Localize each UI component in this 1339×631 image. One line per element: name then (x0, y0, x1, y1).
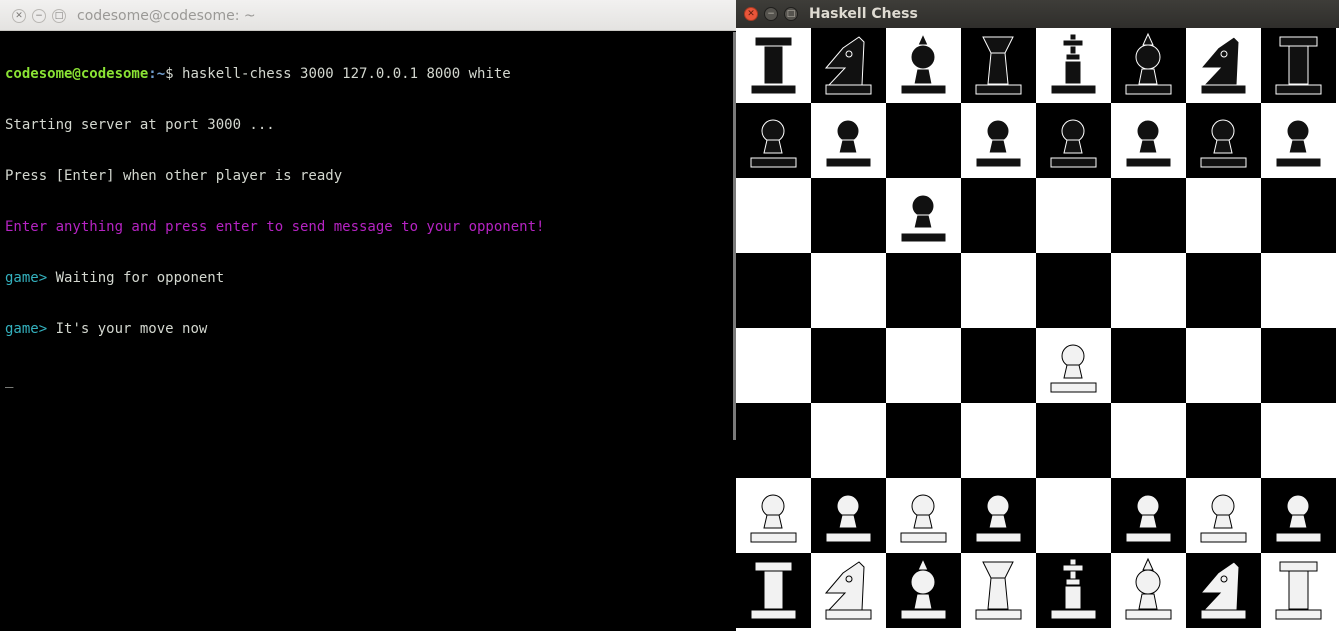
square-d6[interactable] (961, 178, 1036, 253)
chess-title: Haskell Chess (809, 6, 918, 22)
minimize-icon[interactable]: − (32, 9, 46, 23)
square-g6[interactable] (1186, 178, 1261, 253)
close-icon[interactable]: ✕ (744, 7, 758, 21)
square-d3[interactable] (961, 403, 1036, 478)
square-f5[interactable] (1111, 253, 1186, 328)
square-a4[interactable] (736, 328, 811, 403)
square-e6[interactable] (1036, 178, 1111, 253)
square-g4[interactable] (1186, 328, 1261, 403)
square-h6[interactable] (1261, 178, 1336, 253)
square-e5[interactable] (1036, 253, 1111, 328)
game-line: game> It's your move now (5, 321, 736, 338)
square-g5[interactable] (1186, 253, 1261, 328)
square-c5[interactable] (886, 253, 961, 328)
output-line: Press [Enter] when other player is ready (5, 168, 343, 184)
square-b5[interactable] (811, 253, 886, 328)
command-line: codesome@codesome:~$ haskell-chess 3000 … (5, 66, 736, 83)
square-b6[interactable] (811, 178, 886, 253)
square-a5[interactable] (736, 253, 811, 328)
terminal-output[interactable]: codesome@codesome:~$ haskell-chess 3000 … (5, 32, 736, 631)
output-line: Starting server at port 3000 ... (5, 117, 275, 133)
prompt-path: :~ (148, 66, 166, 82)
square-c3[interactable] (886, 403, 961, 478)
terminal-titlebar: ✕ − □ codesome@codesome: ~ (0, 0, 736, 31)
terminal-title: codesome@codesome: ~ (77, 8, 256, 24)
maximize-icon[interactable]: □ (784, 7, 798, 21)
game-message: Waiting for opponent (47, 270, 225, 286)
cursor: _ (5, 372, 14, 388)
square-f3[interactable] (1111, 403, 1186, 478)
game-prompt: game> (5, 270, 48, 286)
game-message: It's your move now (47, 321, 208, 337)
game-prompt: game> (5, 321, 48, 337)
square-b4[interactable] (811, 328, 886, 403)
square-h5[interactable] (1261, 253, 1336, 328)
chess-titlebar: ✕ − □ Haskell Chess (736, 0, 1339, 28)
terminal-window: ✕ − □ codesome@codesome: ~ codesome@code… (0, 0, 736, 631)
game-line: game> Waiting for opponent (5, 270, 736, 287)
square-c7[interactable] (886, 103, 961, 178)
chess-window: ✕ − □ Haskell Chess (736, 0, 1339, 631)
square-h4[interactable] (1261, 328, 1336, 403)
square-d4[interactable] (961, 328, 1036, 403)
square-c4[interactable] (886, 328, 961, 403)
square-a3[interactable] (736, 403, 811, 478)
square-b3[interactable] (811, 403, 886, 478)
maximize-icon[interactable]: □ (52, 9, 66, 23)
square-f4[interactable] (1111, 328, 1186, 403)
minimize-icon[interactable]: − (764, 7, 778, 21)
command-text: $ haskell-chess 3000 127.0.0.1 8000 whit… (165, 66, 511, 82)
square-e3[interactable] (1036, 403, 1111, 478)
square-g3[interactable] (1186, 403, 1261, 478)
square-a6[interactable] (736, 178, 811, 253)
square-h3[interactable] (1261, 403, 1336, 478)
chess-board[interactable] (736, 28, 1339, 631)
square-d5[interactable] (961, 253, 1036, 328)
close-icon[interactable]: ✕ (12, 9, 26, 23)
output-line-highlight: Enter anything and press enter to send m… (5, 219, 545, 235)
square-e2[interactable] (1036, 478, 1111, 553)
square-f6[interactable] (1111, 178, 1186, 253)
prompt-user: codesome@codesome (5, 66, 149, 82)
